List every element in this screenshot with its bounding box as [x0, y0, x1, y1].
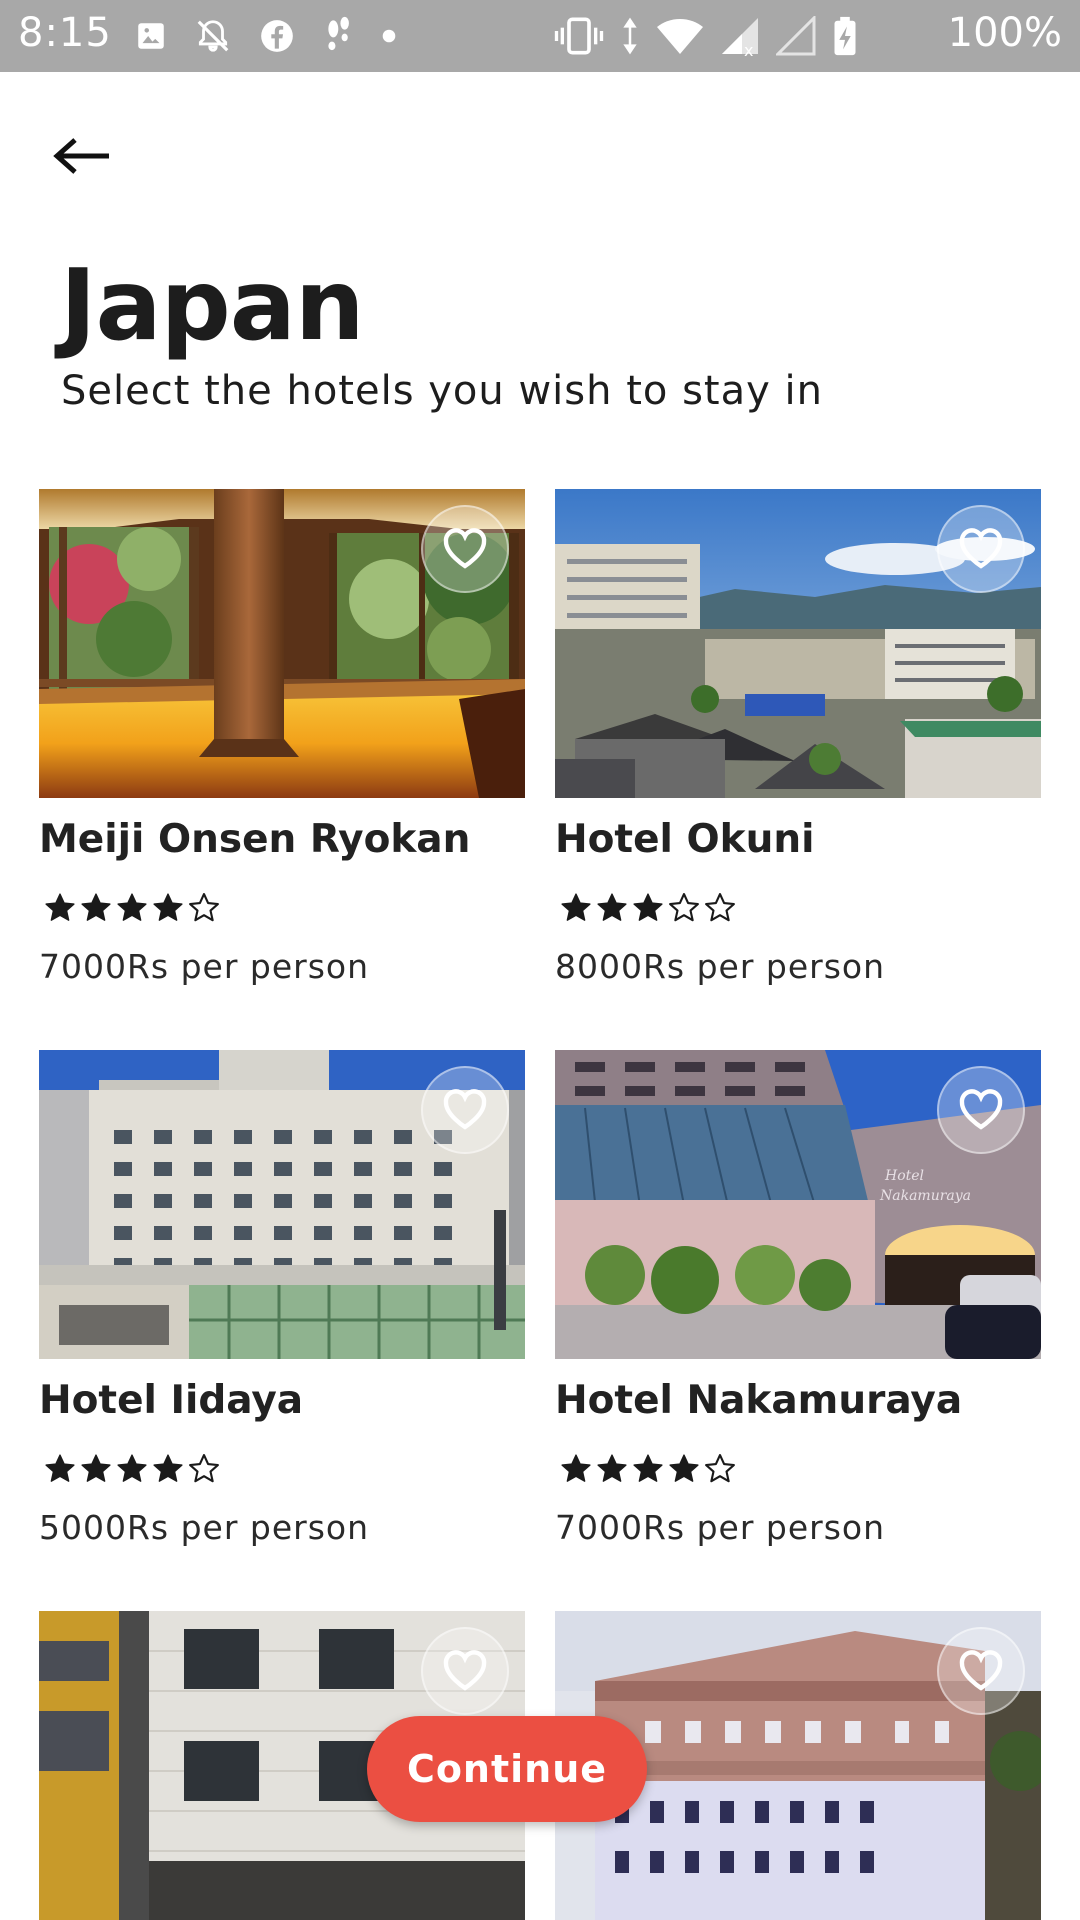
favorite-button[interactable] — [937, 1066, 1025, 1154]
star-filled-icon — [79, 1452, 113, 1486]
page-title: Japan — [60, 249, 365, 363]
heart-outline-icon — [957, 1647, 1005, 1695]
star-outline-icon — [187, 1452, 221, 1486]
heart-outline-icon — [441, 1086, 489, 1134]
back-button[interactable] — [46, 128, 118, 188]
hotel-price: 8000Rs per person — [555, 947, 886, 986]
notifications-off-icon — [194, 17, 232, 55]
svg-text:x: x — [744, 41, 753, 56]
facebook-icon — [258, 17, 296, 55]
star-filled-icon — [151, 1452, 185, 1486]
svg-text:Hotel: Hotel — [884, 1168, 924, 1184]
star-rating — [555, 890, 1041, 926]
hotel-image[interactable] — [555, 489, 1041, 798]
favorite-button[interactable] — [421, 505, 509, 593]
star-filled-icon — [631, 891, 665, 925]
heart-outline-icon — [441, 525, 489, 573]
dot-icon — [382, 29, 396, 43]
screen: 8:15 x 100% Japan Select the hotels you … — [0, 0, 1080, 1920]
status-left-icons — [134, 14, 396, 58]
hotel-price: 5000Rs per person — [39, 1508, 370, 1547]
hotel-price: 7000Rs per person — [555, 1508, 886, 1547]
favorite-button[interactable] — [421, 1066, 509, 1154]
star-filled-icon — [559, 891, 593, 925]
hotel-image[interactable] — [39, 1050, 525, 1359]
star-outline-icon — [667, 891, 701, 925]
star-outline-icon — [187, 891, 221, 925]
battery-charging-icon — [832, 15, 858, 57]
hotel-price: 7000Rs per person — [39, 947, 370, 986]
star-filled-icon — [43, 891, 77, 925]
favorite-button[interactable] — [421, 1627, 509, 1715]
continue-button[interactable]: Continue — [367, 1716, 647, 1822]
star-rating — [39, 1451, 525, 1487]
svg-text:Nakamuraya: Nakamuraya — [879, 1188, 971, 1204]
status-time: 8:15 — [18, 10, 112, 56]
steps-icon — [322, 16, 356, 56]
image-icon — [134, 19, 168, 53]
star-filled-icon — [667, 1452, 701, 1486]
data-arrows-icon — [620, 16, 640, 56]
star-filled-icon — [595, 1452, 629, 1486]
signal-icon: x — [720, 16, 760, 56]
hotel-name: Meiji Onsen Ryokan — [39, 817, 471, 862]
star-filled-icon — [79, 891, 113, 925]
hotel-image[interactable]: Hotel Nakamuraya — [555, 1050, 1041, 1359]
signal-empty-icon — [776, 16, 816, 56]
arrow-left-icon — [51, 136, 113, 180]
hotel-card[interactable]: Hotel Nakamuraya Hotel Nakamuraya 7000Rs… — [555, 1050, 1041, 1549]
star-filled-icon — [43, 1452, 77, 1486]
star-filled-icon — [595, 891, 629, 925]
star-outline-icon — [703, 891, 737, 925]
battery-percentage: 100% — [947, 10, 1062, 56]
heart-outline-icon — [441, 1647, 489, 1695]
star-rating — [39, 890, 525, 926]
favorite-button[interactable] — [937, 1627, 1025, 1715]
hotel-image[interactable] — [39, 489, 525, 798]
star-filled-icon — [631, 1452, 665, 1486]
status-bar: 8:15 x 100% — [0, 0, 1080, 72]
hotel-name: Hotel Iidaya — [39, 1378, 304, 1423]
heart-outline-icon — [957, 1086, 1005, 1134]
hotel-card[interactable]: Meiji Onsen Ryokan 7000Rs per person — [39, 489, 525, 988]
star-filled-icon — [115, 891, 149, 925]
hotel-card[interactable]: Hotel Okuni 8000Rs per person — [555, 489, 1041, 988]
page-subtitle: Select the hotels you wish to stay in — [61, 368, 823, 414]
star-filled-icon — [115, 1452, 149, 1486]
star-rating — [555, 1451, 1041, 1487]
hotel-name: Hotel Nakamuraya — [555, 1378, 963, 1423]
star-outline-icon — [703, 1452, 737, 1486]
favorite-button[interactable] — [937, 505, 1025, 593]
star-filled-icon — [151, 891, 185, 925]
vibrate-icon — [554, 16, 604, 56]
status-right-icons: x — [554, 14, 858, 58]
heart-outline-icon — [957, 525, 1005, 573]
hotel-name: Hotel Okuni — [555, 817, 815, 862]
wifi-icon — [656, 16, 704, 56]
star-filled-icon — [559, 1452, 593, 1486]
hotel-card[interactable]: Hotel Iidaya 5000Rs per person — [39, 1050, 525, 1549]
